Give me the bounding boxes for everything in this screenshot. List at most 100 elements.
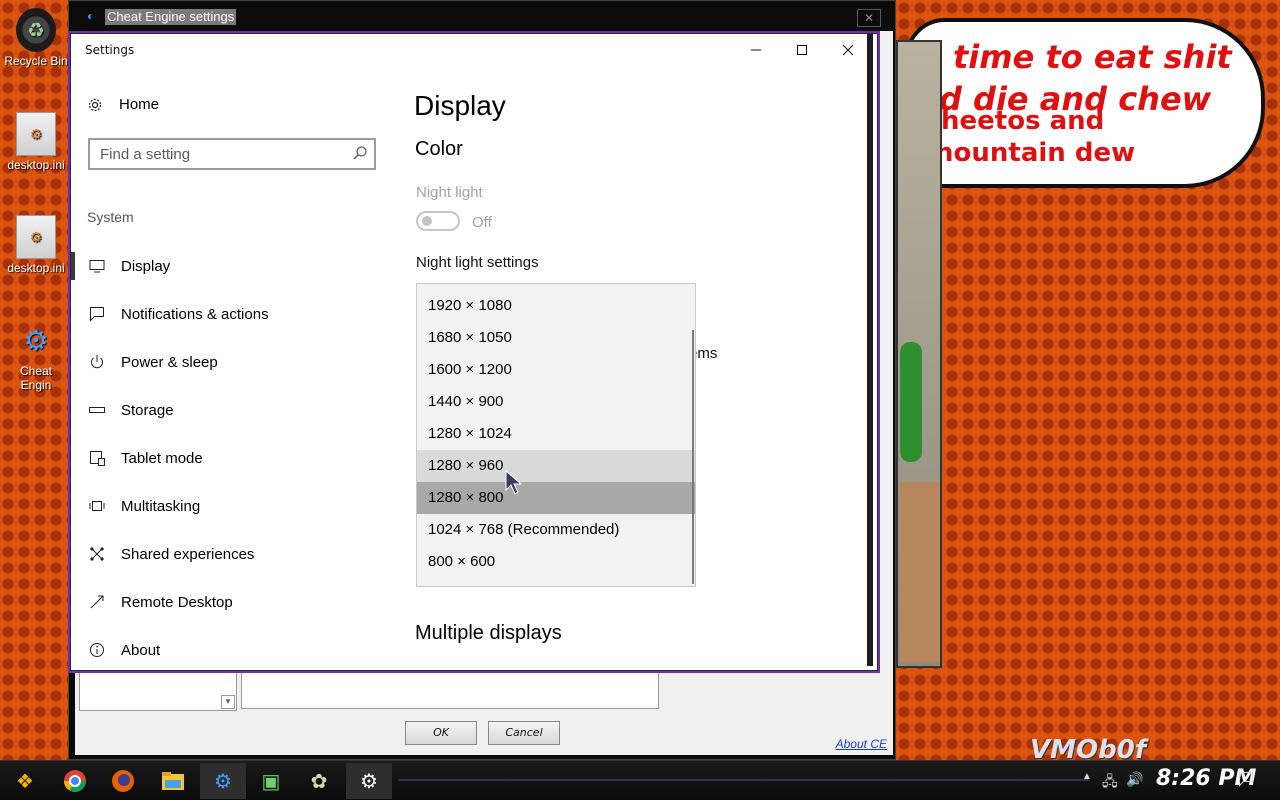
scroll-down-button[interactable]: ▾ bbox=[221, 695, 235, 709]
desktop-icon-desktop-ini-1[interactable]: ⚙ desktop.ini bbox=[4, 112, 68, 172]
section-heading-multiple-displays: Multiple displays bbox=[415, 622, 562, 644]
resolution-option[interactable]: 1600 × 1200 bbox=[417, 354, 695, 386]
mouse-cursor-icon bbox=[505, 470, 523, 495]
firefox-icon bbox=[112, 770, 134, 792]
chrome-button[interactable] bbox=[52, 763, 98, 799]
nav-home-label: Home bbox=[119, 96, 160, 113]
show-hidden-icons-icon[interactable]: ▲ bbox=[1082, 771, 1092, 782]
section-label-system: System bbox=[87, 209, 134, 225]
gear-icon bbox=[88, 98, 102, 111]
sidebar-item-label: Tablet mode bbox=[121, 449, 203, 467]
resolution-option[interactable]: 1024 × 768 (Recommended) bbox=[417, 514, 695, 546]
start-icon: ❖ bbox=[16, 770, 34, 793]
shared-icon bbox=[89, 546, 105, 562]
sidebar-item-notifications[interactable]: Notifications & actions bbox=[71, 290, 391, 338]
monitor-icon bbox=[89, 258, 105, 274]
toggle-knob bbox=[422, 216, 432, 226]
resolution-option-selected[interactable]: 1280 × 800 bbox=[417, 482, 695, 514]
desktop-icon-label: desktop.ini bbox=[7, 261, 65, 275]
cheat-engine-taskbar-button[interactable]: ⚙ bbox=[200, 763, 246, 799]
app-taskbar-button[interactable]: ▣ bbox=[248, 763, 294, 799]
cancel-button[interactable]: Cancel bbox=[488, 721, 560, 745]
settings-file-icon: ⚙ bbox=[16, 112, 56, 156]
sidebar-item-label: Remote Desktop bbox=[121, 593, 233, 611]
night-light-label: Night light bbox=[416, 184, 483, 201]
resolution-option[interactable]: 1440 × 900 bbox=[417, 386, 695, 418]
ce-list-box[interactable] bbox=[79, 671, 237, 711]
action-center-icon[interactable] bbox=[1238, 771, 1254, 790]
section-heading-color: Color bbox=[415, 138, 463, 160]
settings-nav: Display Notifications & actions Power & … bbox=[71, 242, 391, 666]
nav-home[interactable]: Home bbox=[87, 96, 159, 113]
cheat-engine-title-icon: ◐ bbox=[87, 9, 95, 23]
notification-icon bbox=[89, 306, 105, 322]
sidebar-item-label: Power & sleep bbox=[121, 353, 218, 371]
sidebar-item-about[interactable]: About bbox=[71, 626, 391, 666]
desktop-icon-cheat-engine[interactable]: ⚙ Cheat Engin bbox=[4, 318, 68, 393]
about-ce-link[interactable]: About CE bbox=[836, 737, 887, 751]
network-icon[interactable]: 🖧 bbox=[1102, 771, 1118, 795]
sidebar-item-power-sleep[interactable]: Power & sleep bbox=[71, 338, 391, 386]
power-icon bbox=[89, 354, 105, 370]
game-window-edge bbox=[896, 40, 942, 668]
sidebar-item-label: Storage bbox=[121, 401, 174, 419]
desktop-icon-desktop-ini-2[interactable]: ⚙ desktop.ini bbox=[4, 215, 68, 275]
cheat-engine-icon: ⚙ bbox=[214, 770, 232, 793]
bubble-line: nountain dew bbox=[935, 138, 1136, 168]
night-light-settings-link[interactable]: Night light settings bbox=[416, 254, 539, 271]
sidebar-item-label: Multitasking bbox=[121, 497, 201, 515]
night-light-state: Off bbox=[472, 214, 492, 231]
sidebar-item-display[interactable]: Display bbox=[71, 242, 391, 290]
resolution-option[interactable]: 800 × 600 bbox=[417, 546, 695, 578]
sidebar-item-label: About bbox=[121, 641, 161, 659]
settings-icon: ⚙ bbox=[360, 770, 378, 793]
speech-bubble: time to eat shit d die and chew heetos a… bbox=[905, 18, 1265, 188]
sidebar-item-shared-experiences[interactable]: Shared experiences bbox=[71, 530, 391, 578]
search-box[interactable] bbox=[88, 138, 376, 170]
window-border bbox=[867, 34, 873, 666]
resolution-option[interactable]: 1280 × 1024 bbox=[417, 418, 695, 450]
resolution-dropdown-list[interactable]: 1920 × 1080 1680 × 1050 1600 × 1200 1440… bbox=[416, 283, 696, 587]
search-icon[interactable] bbox=[352, 145, 368, 161]
window-title: Cheat Engine settings bbox=[105, 9, 237, 25]
app-icon: ▣ bbox=[261, 770, 281, 793]
firefox-button[interactable] bbox=[100, 763, 146, 799]
game-bush bbox=[900, 342, 922, 462]
multitasking-icon bbox=[89, 498, 105, 514]
taskbar: ❖ ⚙ ▣ ✿ ⚙ ▲ 🖧 🔊 8:26 PM bbox=[0, 760, 1280, 800]
ok-button[interactable]: OK bbox=[405, 721, 477, 745]
storage-icon bbox=[89, 402, 105, 418]
desktop-icon-label: Cheat Engin bbox=[19, 364, 53, 392]
settings-taskbar-button[interactable]: ⚙ bbox=[346, 763, 392, 799]
sidebar-item-storage[interactable]: Storage bbox=[71, 386, 391, 434]
dropdown-scrollbar[interactable] bbox=[692, 330, 694, 584]
resolution-option[interactable]: 1680 × 1050 bbox=[417, 322, 695, 354]
close-button[interactable]: ✕ bbox=[857, 9, 881, 27]
tablet-icon bbox=[89, 450, 105, 466]
sidebar-item-remote-desktop[interactable]: Remote Desktop bbox=[71, 578, 391, 626]
resolution-option[interactable]: 1920 × 1080 bbox=[417, 290, 695, 322]
volume-icon[interactable]: 🔊 bbox=[1126, 771, 1143, 788]
info-icon bbox=[89, 642, 105, 658]
recycle-bin-icon: ♻ bbox=[16, 8, 56, 52]
night-light-toggle[interactable] bbox=[416, 211, 460, 231]
sidebar-item-label: Display bbox=[121, 257, 171, 275]
game-taskbar-button[interactable]: ✿ bbox=[296, 763, 342, 799]
file-explorer-button[interactable] bbox=[150, 763, 196, 799]
display-page: Display Color Night light Off Night ligh… bbox=[413, 34, 873, 666]
ce-panel[interactable] bbox=[241, 671, 659, 709]
remote-icon bbox=[89, 594, 105, 610]
search-input[interactable] bbox=[90, 140, 340, 168]
desktop-icon-recycle-bin[interactable]: ♻ Recycle Bin bbox=[4, 8, 68, 68]
cheat-engine-icon: ⚙ bbox=[23, 324, 49, 356]
sidebar-item-multitasking[interactable]: Multitasking bbox=[71, 482, 391, 530]
start-button[interactable]: ❖ bbox=[2, 763, 48, 799]
chrome-icon bbox=[64, 770, 86, 792]
sidebar-item-tablet-mode[interactable]: Tablet mode bbox=[71, 434, 391, 482]
game-icon: ✿ bbox=[310, 770, 328, 793]
settings-window[interactable]: Settings Home System bbox=[70, 33, 878, 671]
resolution-option-hovered[interactable]: 1280 × 960 bbox=[417, 450, 695, 482]
bubble-line: time to eat shit bbox=[953, 38, 1232, 76]
settings-file-icon: ⚙ bbox=[16, 215, 56, 259]
window-title: Settings bbox=[85, 43, 135, 57]
